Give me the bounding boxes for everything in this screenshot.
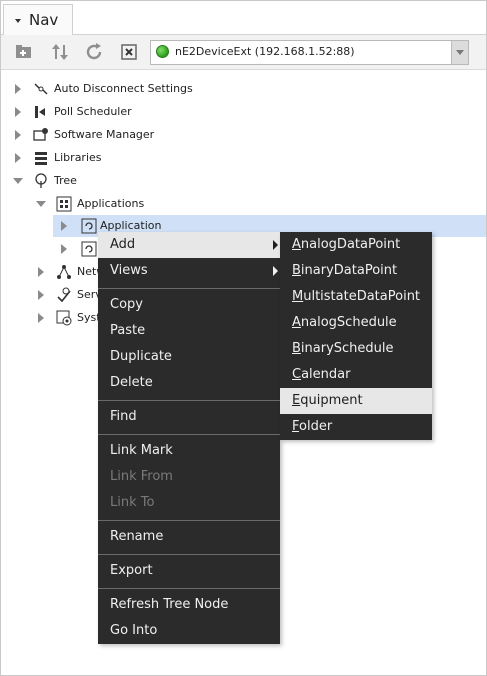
application-icon <box>81 241 97 257</box>
tree-node-software-manager[interactable]: Software Manager <box>1 124 486 146</box>
expand-arrow-icon[interactable] <box>38 267 44 277</box>
menu-item-refresh-tree-node[interactable]: Refresh Tree Node <box>98 592 280 618</box>
add-folder-icon <box>16 45 31 58</box>
menu-item-go-into[interactable]: Go Into <box>98 618 280 644</box>
tree-node-applications[interactable]: Applications <box>1 193 486 215</box>
menu-separator <box>98 434 280 435</box>
tree-node-label: Tree <box>54 174 77 187</box>
refresh-button[interactable] <box>82 40 106 64</box>
caret-down-icon[interactable] <box>15 19 21 23</box>
menu-separator <box>98 554 280 555</box>
nav-panel: Nav nE2DeviceExt (192.168.1.52:88) Auto … <box>0 0 487 676</box>
menu-item-add[interactable]: Add <box>98 232 280 258</box>
disconnect-icon <box>34 83 48 95</box>
tree-icon <box>35 173 47 188</box>
menu-item-delete[interactable]: Delete <box>98 370 280 396</box>
menu-item-rename[interactable]: Rename <box>98 524 280 550</box>
add-device-button[interactable] <box>12 40 36 64</box>
tree-node-poll-scheduler[interactable]: Poll Scheduler <box>1 101 486 123</box>
tab-bar: Nav <box>1 1 486 35</box>
tree-node-label: Syst <box>77 311 101 324</box>
tree-node-system[interactable]: Syst <box>1 307 101 329</box>
collapse-arrow-icon[interactable] <box>36 201 46 207</box>
tree-node-tree[interactable]: Tree <box>1 170 486 192</box>
ord-selector-value: nE2DeviceExt (192.168.1.52:88) <box>175 45 355 58</box>
software-manager-icon <box>33 128 48 141</box>
menu-item-link-to: Link To <box>110 495 155 510</box>
context-menu: Add Views Copy Paste Duplicate Delete Fi… <box>98 232 280 644</box>
nav-toolbar: nE2DeviceExt (192.168.1.52:88) <box>1 35 486 70</box>
tree-node-application-2[interactable] <box>53 238 103 260</box>
menu-item-link-mark[interactable]: Link Mark <box>98 438 280 464</box>
network-icon <box>57 265 71 279</box>
tree-node-label: Applications <box>77 197 145 210</box>
tree-node-label: Auto Disconnect Settings <box>54 82 193 95</box>
menu-item-paste[interactable]: Paste <box>98 318 280 344</box>
tree-node-network[interactable]: Netw <box>1 261 105 283</box>
submenu-item-multistate-data-point[interactable]: MultistateDataPoint <box>280 284 432 310</box>
submenu-arrow-icon <box>273 266 278 276</box>
up-down-arrows-icon <box>52 44 68 60</box>
nav-tab[interactable]: Nav <box>3 4 73 35</box>
menu-item-views[interactable]: Views <box>98 258 280 284</box>
menu-item-export[interactable]: Export <box>98 558 280 584</box>
sort-button[interactable] <box>48 40 72 64</box>
expand-arrow-icon[interactable] <box>61 244 67 254</box>
submenu-item-calendar[interactable]: Calendar <box>280 362 432 388</box>
services-icon <box>57 287 71 303</box>
application-icon <box>81 218 97 234</box>
submenu-item-binary-data-point[interactable]: BinaryDataPoint <box>280 258 432 284</box>
expand-arrow-icon[interactable] <box>15 153 21 163</box>
tree-node-label: Libraries <box>54 151 102 164</box>
menu-item-find[interactable]: Find <box>98 404 280 430</box>
submenu-item-equipment[interactable]: Equipment <box>280 388 432 414</box>
expand-arrow-icon[interactable] <box>38 290 44 300</box>
add-submenu: AnalogDataPoint BinaryDataPoint Multista… <box>280 232 432 440</box>
tree-node-libraries[interactable]: Libraries <box>1 147 486 169</box>
dropdown-arrow-icon[interactable] <box>451 41 468 64</box>
expand-arrow-icon[interactable] <box>15 107 21 117</box>
status-ok-icon <box>156 45 169 58</box>
menu-item-link-from: Link From <box>110 469 173 484</box>
poll-scheduler-icon <box>35 106 45 118</box>
expand-arrow-icon[interactable] <box>15 130 21 140</box>
tree-node-auto-disconnect[interactable]: Auto Disconnect Settings <box>1 78 486 100</box>
applications-icon <box>56 196 72 212</box>
close-box-icon <box>121 44 137 60</box>
collapse-arrow-icon[interactable] <box>13 178 23 184</box>
menu-item-copy[interactable]: Copy <box>98 292 280 318</box>
tree-node-label: Application <box>100 219 162 232</box>
submenu-item-analog-data-point[interactable]: AnalogDataPoint <box>280 232 432 258</box>
expand-arrow-icon[interactable] <box>61 221 67 231</box>
tree-node-services[interactable]: Serv <box>1 284 102 306</box>
menu-separator <box>98 588 280 589</box>
nav-tab-label: Nav <box>29 11 59 29</box>
refresh-icon <box>86 43 102 60</box>
tree-node-label: Software Manager <box>54 128 155 141</box>
menu-separator <box>98 520 280 521</box>
submenu-item-analog-schedule[interactable]: AnalogSchedule <box>280 310 432 336</box>
submenu-arrow-icon <box>273 240 278 250</box>
menu-item-duplicate[interactable]: Duplicate <box>98 344 280 370</box>
tree-node-label: Poll Scheduler <box>54 105 132 118</box>
libraries-icon <box>35 152 47 165</box>
system-icon <box>56 310 72 326</box>
close-button[interactable] <box>117 40 141 64</box>
menu-separator <box>98 400 280 401</box>
submenu-item-binary-schedule[interactable]: BinarySchedule <box>280 336 432 362</box>
menu-separator <box>98 288 280 289</box>
ord-selector[interactable]: nE2DeviceExt (192.168.1.52:88) <box>150 40 469 65</box>
expand-arrow-icon[interactable] <box>38 313 44 323</box>
expand-arrow-icon[interactable] <box>15 84 21 94</box>
submenu-item-folder[interactable]: Folder <box>280 414 432 440</box>
